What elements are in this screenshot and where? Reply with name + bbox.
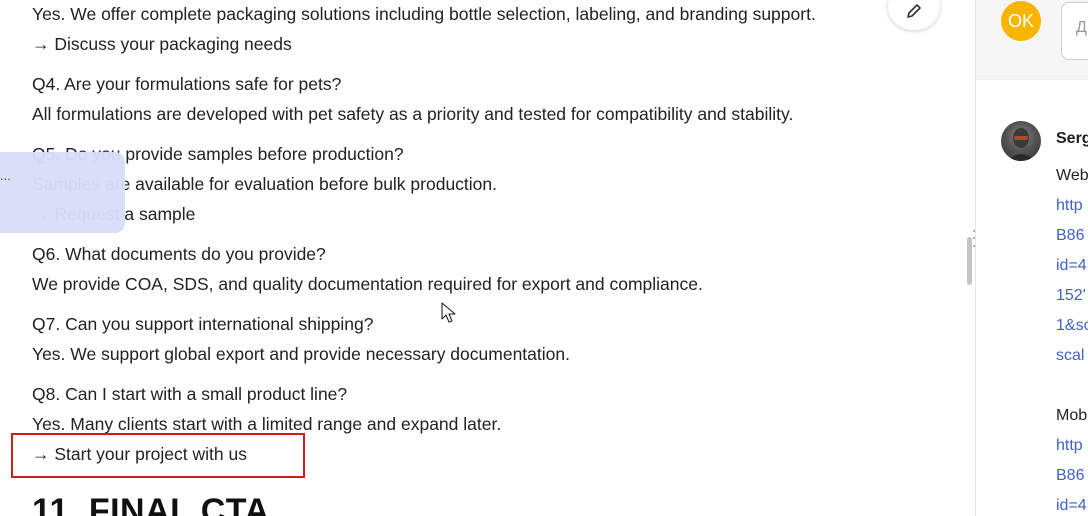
doc-line-q8: Q8. Can I start with a small product lin…	[32, 384, 348, 404]
comment-author-avatar	[1001, 121, 1041, 161]
doc-link-packaging[interactable]: → Discuss your packaging needs	[32, 32, 292, 56]
comment-link[interactable]: http	[1056, 196, 1083, 216]
comment-line: Mob	[1056, 407, 1088, 424]
pencil-icon	[907, 4, 921, 18]
comment-link[interactable]: id=4	[1056, 496, 1087, 516]
comment-author-name: Serg	[1056, 130, 1088, 147]
comment-link[interactable]: 152'	[1056, 286, 1086, 306]
comment-line: Web	[1056, 167, 1088, 184]
comment-link[interactable]: id=4	[1056, 256, 1087, 276]
document-area: Yes. We offer complete packaging solutio…	[0, 0, 975, 516]
current-user-avatar: OK	[1001, 1, 1041, 41]
comment-link[interactable]: 1&sc	[1056, 316, 1088, 336]
scrollbar-thumb[interactable]	[967, 237, 972, 285]
person-photo-icon	[1007, 128, 1035, 161]
comment-link[interactable]: scal	[1056, 346, 1084, 366]
floating-popup[interactable]	[0, 152, 125, 233]
highlight-box	[11, 433, 305, 478]
doc-line-q6: Q6. What documents do you provide?	[32, 244, 326, 264]
comment-link[interactable]: B86	[1056, 466, 1084, 486]
comment-composer: OK Д	[976, 0, 1088, 80]
comment-link[interactable]: B86	[1056, 226, 1084, 246]
mouse-cursor-icon	[441, 302, 456, 323]
doc-line-q4: Q4. Are your formulations safe for pets?	[32, 74, 342, 94]
doc-line-q7: Q7. Can you support international shippi…	[32, 314, 374, 334]
doc-line-q6-answer: We provide COA, SDS, and quality documen…	[32, 274, 703, 294]
doc-line-q4-answer: All formulations are developed with pet …	[32, 104, 794, 124]
comments-sidebar: OK Д Serg Web http B86 id=4 152' 1&sc sc…	[976, 0, 1088, 516]
doc-line-packaging-answer: Yes. We offer complete packaging solutio…	[32, 4, 816, 24]
comment-link[interactable]: http	[1056, 436, 1083, 456]
popup-more-text: ...	[0, 168, 11, 183]
doc-line-q7-answer: Yes. We support global export and provid…	[32, 344, 570, 364]
section-heading: 11. FINAL CTA	[32, 492, 270, 516]
comment-input[interactable]: Д	[1061, 2, 1088, 60]
edit-button[interactable]	[888, 0, 940, 30]
